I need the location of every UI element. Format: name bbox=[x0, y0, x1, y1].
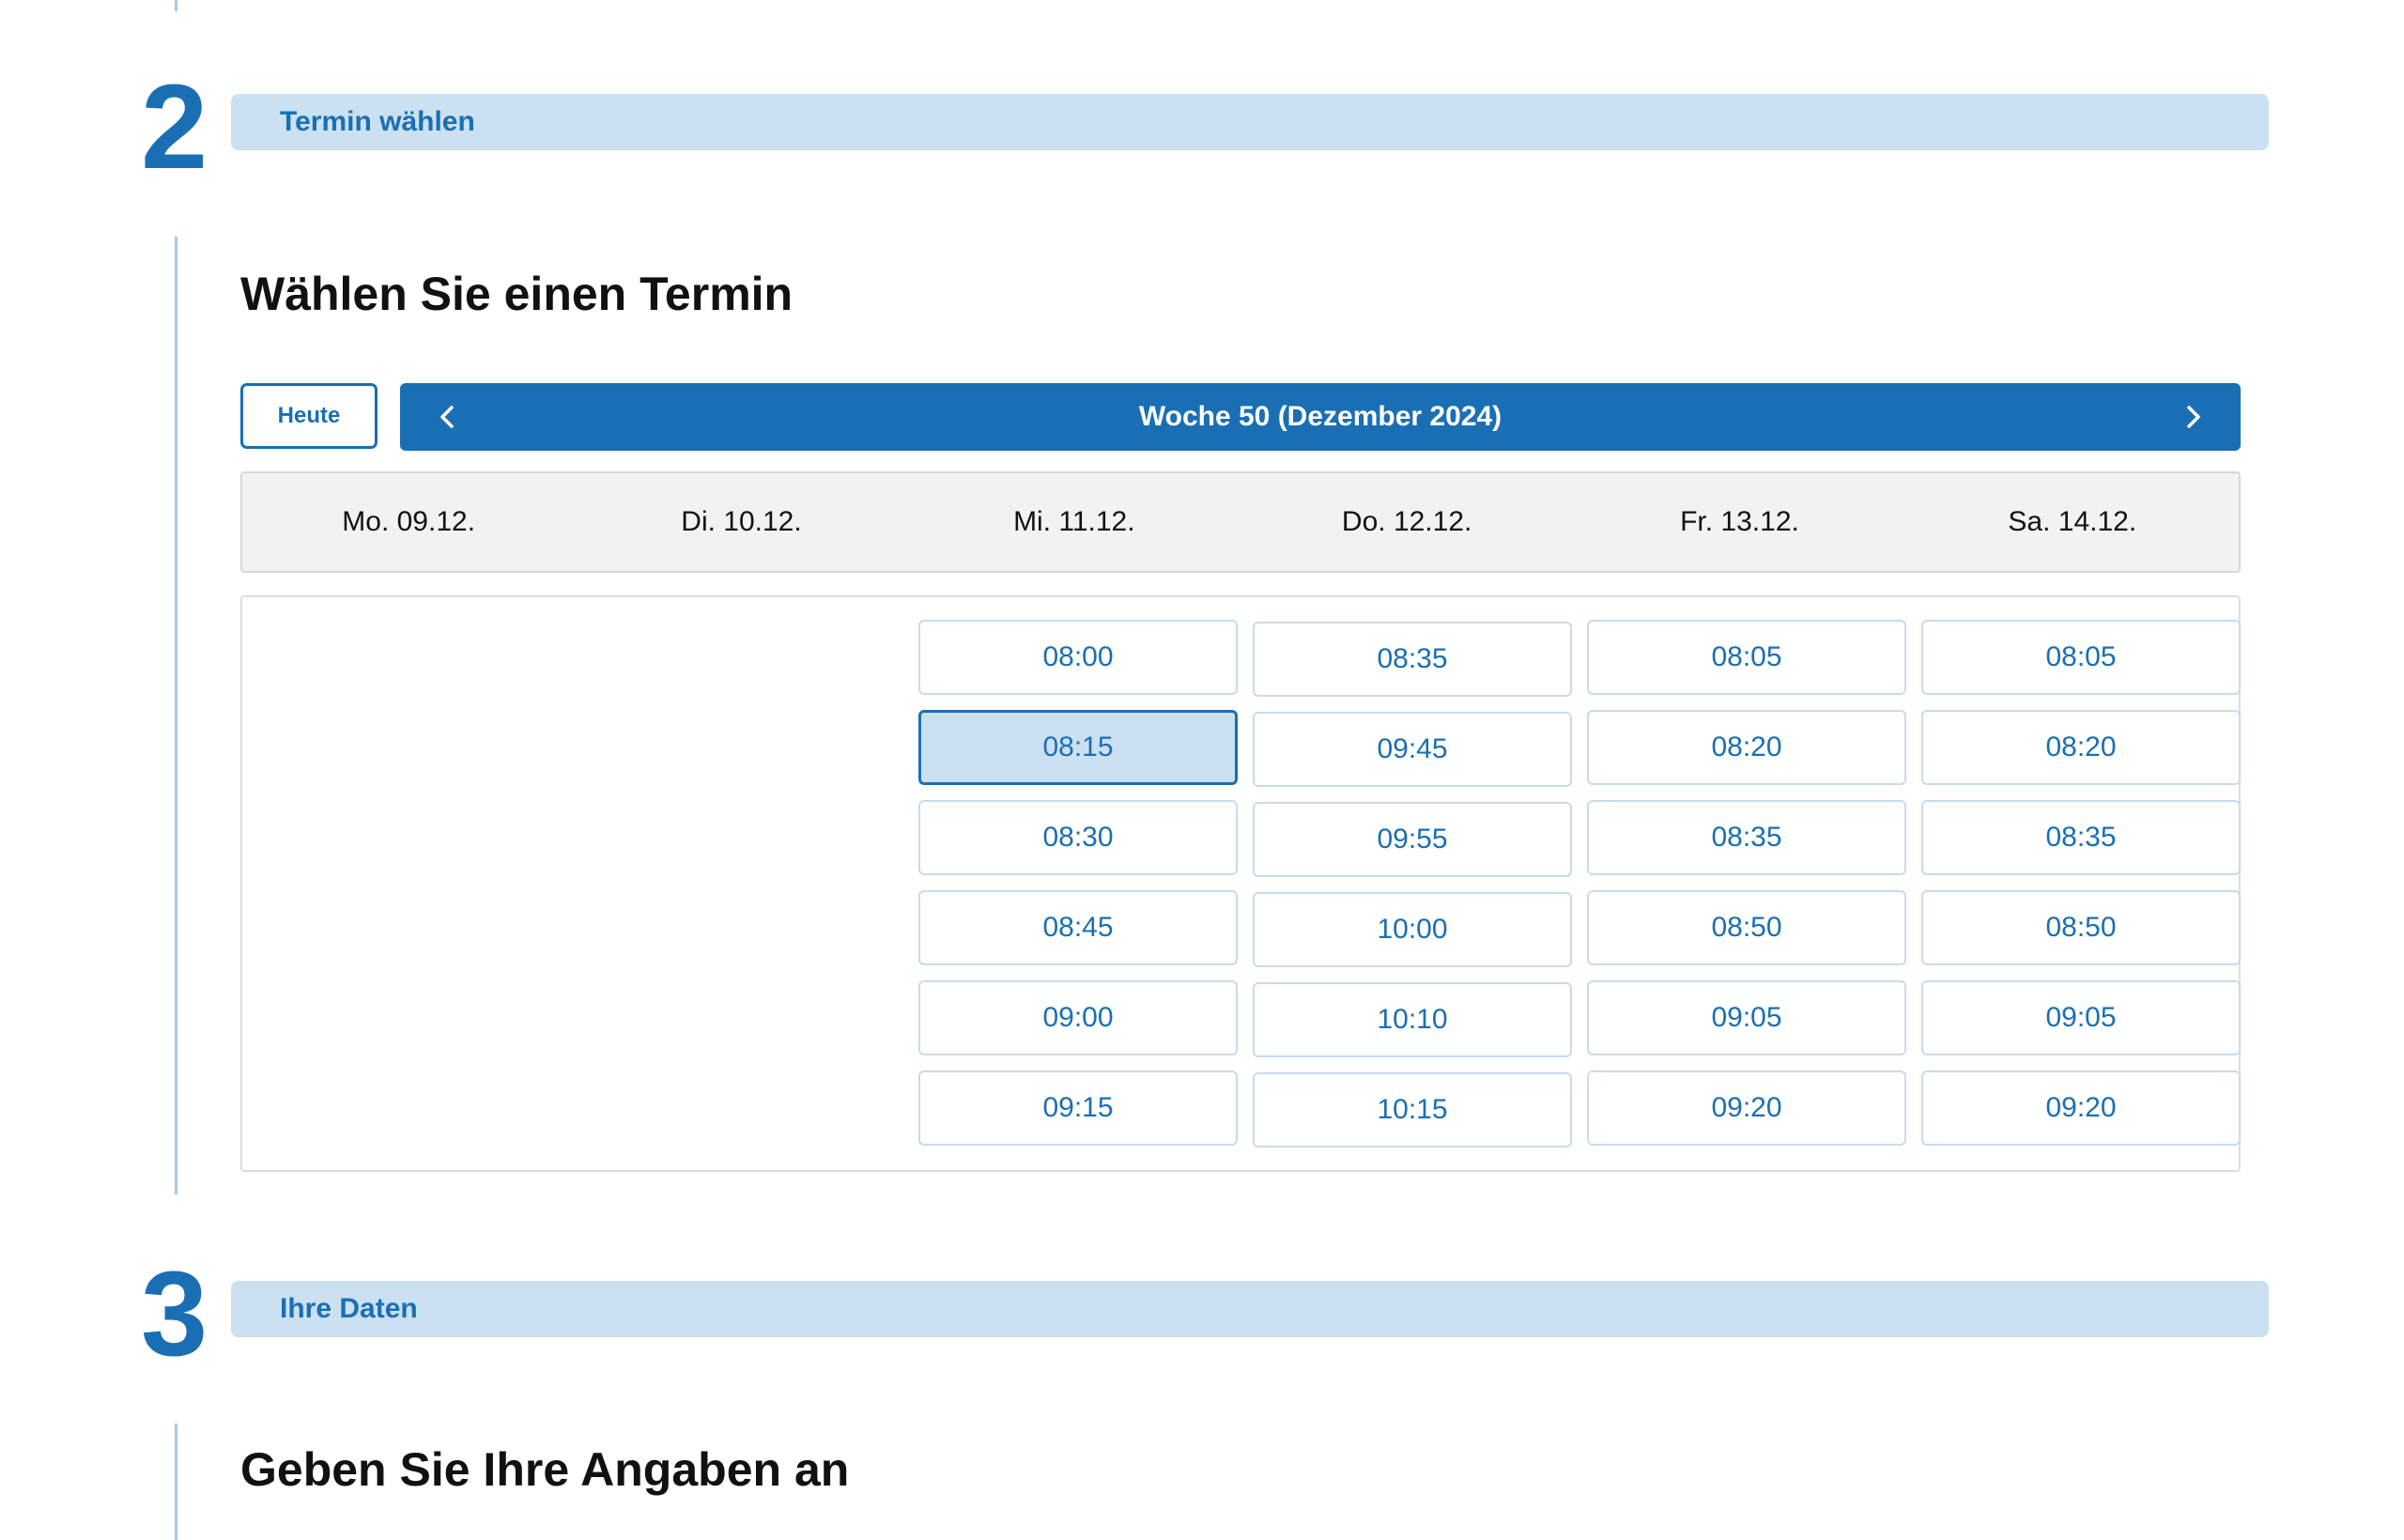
time-slot[interactable]: 08:30 bbox=[918, 800, 1238, 875]
slot-column-saturday: 08:05 08:20 08:35 08:50 09:05 09:20 bbox=[1921, 620, 2241, 1161]
step-header[interactable]: Ihre Daten bbox=[231, 1281, 2269, 1337]
time-slot[interactable]: 08:50 bbox=[1587, 890, 1906, 965]
time-slot[interactable]: 08:35 bbox=[1253, 622, 1572, 697]
time-slot[interactable]: 08:05 bbox=[1921, 620, 2241, 695]
step-number: 3 bbox=[141, 1247, 208, 1381]
time-slot[interactable]: 10:10 bbox=[1253, 982, 1572, 1057]
day-header-wednesday: Mi. 11.12. bbox=[1013, 506, 1135, 537]
day-header-saturday: Sa. 14.12. bbox=[2008, 506, 2137, 537]
time-slot[interactable]: 09:55 bbox=[1253, 802, 1572, 877]
time-slot[interactable]: 09:00 bbox=[918, 980, 1238, 1055]
week-label: Woche 50 (Dezember 2024) bbox=[1138, 401, 1502, 432]
slot-column-friday: 08:05 08:20 08:35 08:50 09:05 09:20 bbox=[1587, 620, 1906, 1161]
step-title: Termin wählen bbox=[280, 106, 475, 137]
day-header-monday: Mo. 09.12. bbox=[342, 506, 476, 537]
time-slot[interactable]: 09:05 bbox=[1587, 980, 1906, 1055]
time-slot[interactable]: 08:35 bbox=[1921, 800, 2241, 875]
time-slot[interactable]: 08:45 bbox=[918, 890, 1238, 965]
time-slot[interactable]: 08:50 bbox=[1921, 890, 2241, 965]
day-header-friday: Fr. 13.12. bbox=[1680, 506, 1799, 537]
section-heading: Wählen Sie einen Termin bbox=[240, 268, 794, 320]
time-slot[interactable]: 09:45 bbox=[1253, 712, 1572, 787]
today-button[interactable]: Heute bbox=[240, 383, 378, 449]
slot-column-thursday: 08:35 09:45 09:55 10:00 10:10 10:15 bbox=[1253, 622, 1572, 1163]
section-heading: Geben Sie Ihre Angaben an bbox=[240, 1443, 850, 1496]
step-header[interactable]: Termin wählen bbox=[231, 94, 2269, 150]
time-slot[interactable]: 08:05 bbox=[1587, 620, 1906, 695]
chevron-left-icon bbox=[440, 406, 454, 428]
day-header-tuesday: Di. 10.12. bbox=[681, 506, 802, 537]
step-number: 2 bbox=[141, 60, 208, 194]
step-title: Ihre Daten bbox=[280, 1293, 418, 1324]
step-connector-line bbox=[175, 0, 177, 11]
time-slot[interactable]: 08:35 bbox=[1587, 800, 1906, 875]
time-slot[interactable]: 09:15 bbox=[918, 1070, 1238, 1146]
chevron-right-icon bbox=[2187, 406, 2200, 428]
slot-column-wednesday: 08:00 08:15 08:30 08:45 09:00 09:15 bbox=[918, 620, 1238, 1161]
previous-week-button[interactable] bbox=[409, 383, 485, 451]
time-slot[interactable]: 08:20 bbox=[1587, 710, 1906, 785]
weekday-header: Mo. 09.12. Di. 10.12. Mi. 11.12. Do. 12.… bbox=[240, 471, 2241, 573]
time-slot[interactable]: 08:00 bbox=[918, 620, 1238, 695]
time-slot[interactable]: 10:15 bbox=[1253, 1072, 1572, 1147]
step-connector-line bbox=[175, 237, 177, 1194]
time-slot[interactable]: 09:05 bbox=[1921, 980, 2241, 1055]
time-slot[interactable]: 09:20 bbox=[1921, 1070, 2241, 1146]
time-slot[interactable]: 09:20 bbox=[1587, 1070, 1906, 1146]
time-slot-grid: 08:00 08:15 08:30 08:45 09:00 09:15 08:3… bbox=[240, 595, 2241, 1172]
time-slot-selected[interactable]: 08:15 bbox=[918, 710, 1238, 785]
week-navigation: Woche 50 (Dezember 2024) bbox=[400, 383, 2241, 451]
time-slot[interactable]: 08:20 bbox=[1921, 710, 2241, 785]
step-connector-line bbox=[175, 1424, 177, 1540]
day-header-thursday: Do. 12.12. bbox=[1341, 506, 1472, 537]
next-week-button[interactable] bbox=[2156, 383, 2231, 451]
time-slot[interactable]: 10:00 bbox=[1253, 892, 1572, 967]
